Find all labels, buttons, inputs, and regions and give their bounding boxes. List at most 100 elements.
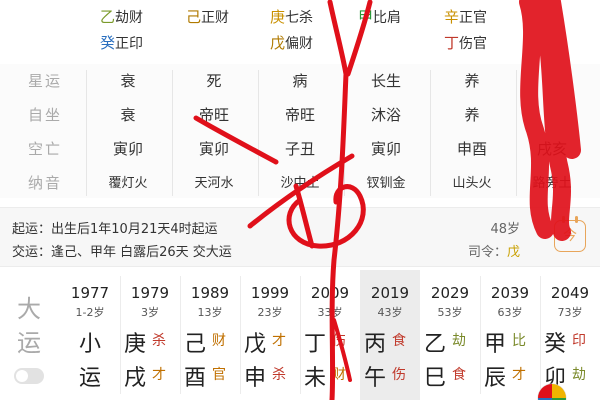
dayun-stem: 己财 — [184, 332, 226, 357]
cell: 寅卯 — [198, 140, 229, 158]
dayun-stem: 丙食 — [364, 332, 406, 357]
row-label: 自坐 — [27, 106, 62, 124]
dayun-branch: 申杀 — [244, 366, 286, 391]
calendar-today-button[interactable]: 今 — [554, 216, 586, 252]
hidden-stem-1-2: 己正财 — [186, 8, 230, 26]
dayun-column-1977[interactable]: 1977 1-2岁 小 运 — [60, 270, 120, 400]
dayun-label-top: 大 — [17, 295, 41, 323]
cell: 寅卯 — [370, 140, 401, 158]
qiyun-text: 起运：出生后1年10月21天4时起运 — [12, 222, 218, 237]
dayun-branch: 卯劫 — [544, 366, 586, 391]
dayun-age: 63岁 — [497, 306, 523, 319]
dayun-toggle[interactable] — [14, 368, 44, 384]
dayun-year: 1989 — [190, 284, 230, 302]
dayun-year: 1999 — [250, 284, 290, 302]
cell: 养 — [464, 72, 480, 90]
dayun-column-1999[interactable]: 1999 23岁 戊才 申杀 — [240, 270, 300, 400]
column-divider — [516, 70, 517, 196]
dayun-age: 3岁 — [141, 306, 159, 319]
dayun-stem: 乙劫 — [424, 332, 466, 357]
hidden-stem-1-4: 甲比肩 — [358, 8, 402, 26]
dayun-branch: 未财 — [304, 366, 346, 391]
dayun-stem: 戊才 — [244, 332, 286, 357]
column-divider — [344, 70, 345, 196]
cell: 病 — [292, 72, 308, 90]
siling-label: 司令： — [467, 245, 507, 260]
dayun-year: 2019 — [370, 284, 410, 302]
cell: 子丑 — [284, 140, 315, 158]
dayun-branch: 酉官 — [184, 366, 226, 391]
dayun-stem: 丁伤 — [304, 332, 346, 357]
dayun-branch: 戌才 — [124, 366, 166, 391]
siling-value: 戊 — [506, 245, 520, 260]
dayun-label-bottom: 运 — [17, 329, 41, 357]
cell: 帝旺 — [198, 106, 229, 124]
dayun-age: 73岁 — [557, 306, 583, 319]
column-divider — [172, 70, 173, 196]
dayun-column-2049[interactable]: 2049 73岁 癸印 卯劫 — [540, 270, 600, 400]
hidden-stem-1-3: 庚七杀 — [270, 8, 314, 26]
dayun-age: 43岁 — [377, 306, 403, 319]
dayun-branch: 午伤 — [364, 366, 406, 391]
xiaoyun-top: 小 — [78, 332, 101, 357]
cell: 帝旺 — [284, 106, 315, 124]
dayun-label: 大 运 — [14, 292, 44, 360]
cell: 长生 — [370, 72, 401, 90]
dayun-column-1989[interactable]: 1989 13岁 己财 酉官 — [180, 270, 240, 400]
cell: 路旁土 — [532, 176, 572, 191]
dayun-column-2029[interactable]: 2029 53岁 乙劫 巳食 — [420, 270, 480, 400]
today-glyph: 今 — [563, 228, 577, 244]
dayun-column-2039[interactable]: 2039 63岁 甲比 辰才 — [480, 270, 540, 400]
dayun-age: 33岁 — [317, 306, 343, 319]
dayun-branch: 巳食 — [424, 366, 466, 391]
cell: 沐浴 — [370, 106, 401, 124]
dayun-year: 1977 — [70, 284, 110, 302]
cell: 寅卯 — [112, 140, 143, 158]
dayun-branch: 辰才 — [484, 366, 526, 391]
row-nayin: 纳音 覆灯火 天河水 沙中土 钗钏金 山头火 路旁土 — [0, 172, 600, 206]
cell: 申酉 — [456, 140, 487, 158]
dayun-year: 2009 — [310, 284, 350, 302]
hidden-stem-1-1: 乙劫财 — [100, 8, 144, 26]
age-text: 48岁 — [490, 222, 520, 237]
dayun-year: 2049 — [550, 284, 590, 302]
row-xingyun: 星运 衰 死 病 长生 养 — [0, 70, 600, 104]
dayun-column-1979[interactable]: 1979 3岁 庚杀 戌才 — [120, 270, 180, 400]
cell: 覆灯火 — [108, 176, 148, 191]
row-zizuo: 自坐 衰 帝旺 帝旺 沐浴 养 — [0, 104, 600, 138]
hidden-stem-1-5: 辛正官 — [444, 8, 488, 26]
hidden-stems-section: 乙劫财 己正财 庚七杀 甲比肩 辛正官 癸正印 戊偏财 丁伤官 — [0, 0, 600, 62]
dayun-year: 2039 — [490, 284, 530, 302]
pillars-table: 星运 衰 死 病 长生 养 自坐 衰 帝旺 帝旺 沐浴 养 空亡 寅卯 寅卯 子… — [0, 64, 600, 198]
cell: 天河水 — [194, 176, 234, 191]
cell: 死 — [206, 72, 222, 90]
dayun-stem: 庚杀 — [124, 332, 166, 357]
dayun-stem: 癸印 — [544, 332, 586, 357]
cell: 戌亥 — [536, 140, 567, 158]
hidden-stem-2-3: 丁伤官 — [444, 34, 488, 52]
dayun-column-2009[interactable]: 2009 33岁 丁伤 未财 — [300, 270, 360, 400]
row-kongwang: 空亡 寅卯 寅卯 子丑 寅卯 申酉 戌亥 — [0, 138, 600, 172]
column-divider — [86, 70, 87, 196]
siling-text: 司令：戊 — [468, 241, 520, 260]
dayun-year: 1979 — [130, 284, 170, 302]
dayun-stem: 甲比 — [484, 332, 526, 357]
row-label: 星运 — [27, 72, 62, 90]
dayun-age: 13岁 — [197, 306, 223, 319]
cell: 衰 — [120, 106, 136, 124]
hidden-stem-2-1: 癸正印 — [100, 34, 144, 52]
dayun-section: 大 运 1977 1-2岁 小 运 1979 3岁 庚杀 戌才 1989 13岁… — [0, 270, 600, 400]
dayun-column-2019-selected[interactable]: 2019 43岁 丙食 午伤 — [360, 270, 420, 400]
cell: 山头火 — [452, 176, 492, 191]
dayun-age: 23岁 — [257, 306, 283, 319]
row-label: 空亡 — [27, 140, 62, 158]
info-panel: 起运：出生后1年10月21天4时起运 交运：逢己、甲年 白露后26天 交大运 4… — [0, 207, 600, 267]
cell: 衰 — [120, 72, 136, 90]
column-divider — [258, 70, 259, 196]
dayun-year: 2029 — [430, 284, 470, 302]
jiaoyun-text: 交运：逢己、甲年 白露后26天 交大运 — [12, 245, 232, 260]
row-label: 纳音 — [27, 174, 62, 192]
dayun-age: 53岁 — [437, 306, 463, 319]
hidden-stem-2-2: 戊偏财 — [270, 34, 314, 52]
cell: 钗钏金 — [366, 176, 406, 191]
